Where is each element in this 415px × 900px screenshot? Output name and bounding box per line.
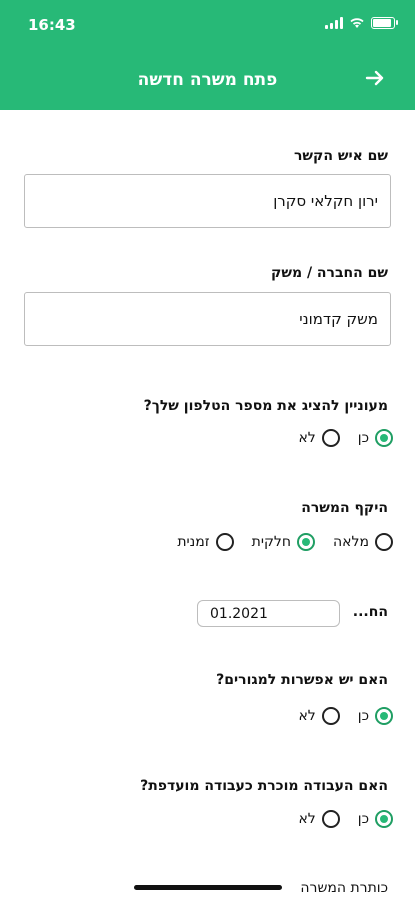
job-title-label: כותרת המשרה: [300, 880, 388, 896]
housing-option-yes[interactable]: כן: [358, 707, 393, 725]
radio-unselected-icon: [375, 533, 393, 551]
preferred-work-option-yes[interactable]: כן: [358, 810, 393, 828]
wifi-icon: [350, 18, 364, 28]
job-form: שם איש הקשר ירון חקלאי סקרן שם החברה / מ…: [0, 110, 415, 900]
battery-icon: [371, 17, 398, 29]
status-time: 16:43: [28, 16, 76, 34]
radio-label: כן: [357, 811, 369, 827]
company-name-input[interactable]: משק קדמוני: [24, 292, 391, 346]
radio-unselected-icon: [321, 707, 340, 725]
page-title: פתח משרה חדשה: [137, 70, 278, 90]
start-date-input[interactable]: 01.2021: [197, 600, 340, 627]
radio-selected-icon: [297, 533, 316, 551]
company-name-label: שם החברה / משק: [271, 265, 388, 281]
preferred-work-question: האם העבודה מוכרת כעבודה מועדפת?: [140, 778, 388, 794]
housing-question: האם יש אפשרות למגורים?: [216, 672, 388, 688]
job-scope-radio-group: מלאה חלקית זמנית: [159, 533, 393, 551]
status-icons: [325, 17, 398, 29]
job-scope-option-temporary[interactable]: זמנית: [177, 533, 234, 551]
job-scope-option-full[interactable]: מלאה: [333, 533, 393, 551]
housing-radio-group: כן לא: [280, 707, 393, 725]
radio-selected-icon: [375, 429, 393, 447]
home-indicator[interactable]: [134, 885, 282, 890]
radio-label: כן: [357, 430, 369, 446]
radio-label: כן: [357, 708, 369, 724]
radio-label: זמנית: [177, 534, 210, 550]
app-header: 16:43 פתח משרה חדשה: [0, 0, 415, 110]
start-date-label: הח...: [352, 604, 388, 620]
show-phone-option-yes[interactable]: כן: [358, 429, 393, 447]
radio-label: לא: [298, 811, 316, 827]
radio-unselected-icon: [321, 810, 340, 828]
radio-unselected-icon: [215, 533, 234, 551]
radio-unselected-icon: [321, 429, 340, 447]
radio-label: לא: [298, 708, 316, 724]
preferred-work-radio-group: כן לא: [280, 810, 393, 828]
radio-label: לא: [298, 430, 316, 446]
show-phone-radio-group: כן לא: [280, 429, 393, 447]
preferred-work-option-no[interactable]: לא: [298, 810, 340, 828]
job-scope-label: היקף המשרה: [301, 500, 388, 516]
show-phone-option-no[interactable]: לא: [298, 429, 340, 447]
radio-label: חלקית: [251, 534, 292, 550]
radio-selected-icon: [375, 707, 393, 725]
signal-icon: [325, 17, 343, 29]
radio-label: מלאה: [333, 534, 369, 550]
contact-name-label: שם איש הקשר: [293, 148, 388, 164]
back-arrow-icon[interactable]: [363, 66, 387, 90]
contact-name-input[interactable]: ירון חקלאי סקרן: [24, 174, 391, 228]
housing-option-no[interactable]: לא: [298, 707, 340, 725]
show-phone-question: מעוניין להציג את מספר הטלפון שלך?: [143, 398, 388, 414]
radio-selected-icon: [375, 810, 393, 828]
job-scope-option-partial[interactable]: חלקית: [251, 533, 316, 551]
